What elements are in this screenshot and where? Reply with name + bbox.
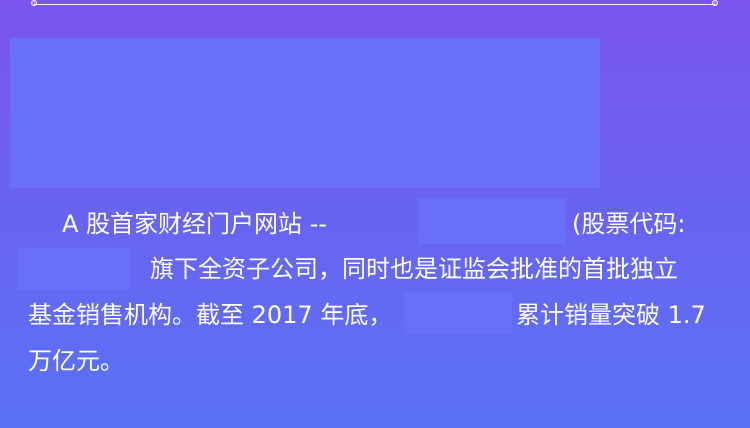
divider-right-dot-icon — [712, 0, 718, 6]
paragraph-line-4: 万亿元。 — [28, 347, 124, 375]
redacted-brand-name — [404, 292, 512, 334]
divider-left-dot-icon — [31, 0, 37, 6]
paragraph-line-1-end: (股票代码: — [572, 210, 686, 238]
paragraph-line-3-start: 基金销售机构。截至 2017 年底， — [28, 301, 393, 329]
paragraph-line-1-start: A 股首家财经门户网站 -- — [62, 210, 327, 238]
redacted-company-name — [418, 198, 566, 244]
divider-line — [34, 4, 715, 5]
paragraph-line-3-end: 累计销量突破 1.7 — [516, 301, 706, 329]
redacted-image-block — [10, 38, 600, 188]
paragraph-line-2: 旗下全资子公司，同时也是证监会批准的首批独立 — [150, 255, 678, 283]
redacted-stock-code — [18, 248, 130, 290]
